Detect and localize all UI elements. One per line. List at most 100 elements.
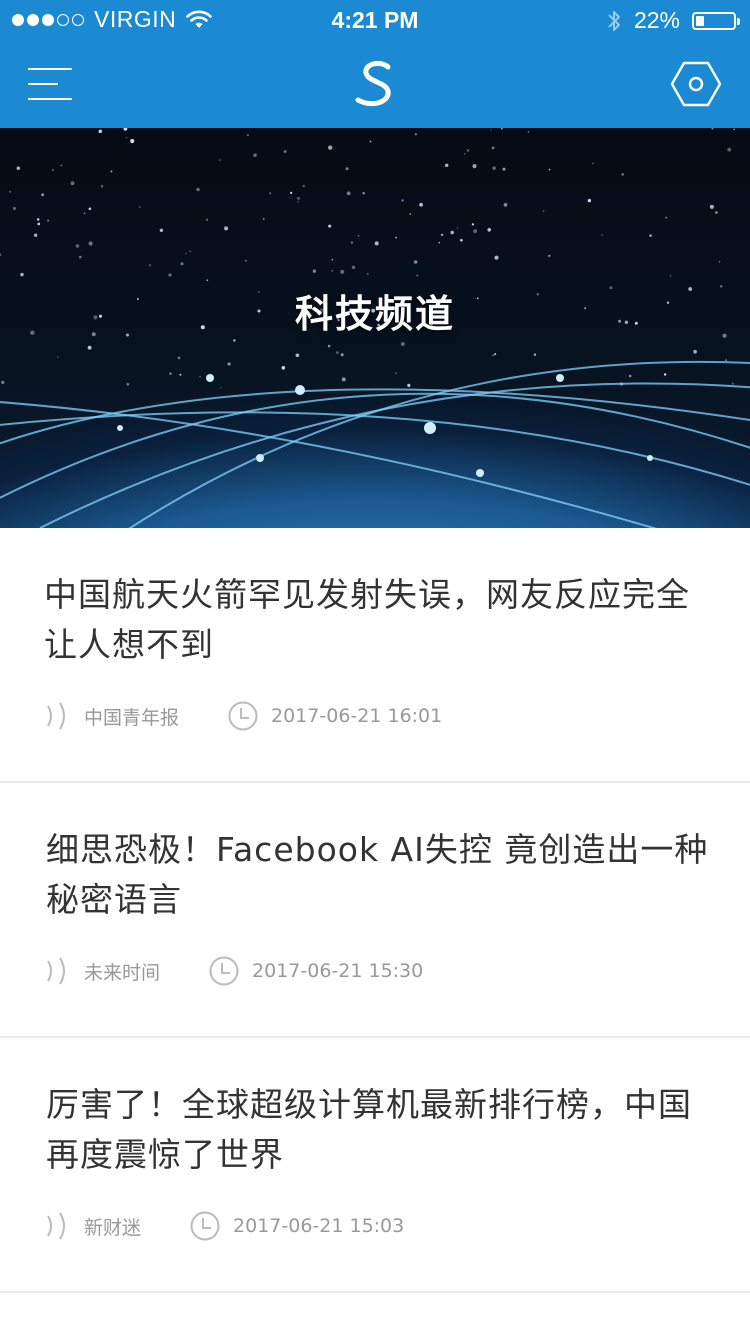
star — [649, 234, 652, 237]
battery-icon — [692, 11, 740, 30]
star — [621, 173, 624, 176]
star — [88, 207, 92, 211]
star — [1, 380, 5, 384]
star — [177, 356, 181, 360]
article-time: 2017-06-21 15:03 — [233, 1215, 405, 1237]
star — [533, 353, 537, 356]
star — [502, 167, 506, 171]
source-icon — [47, 957, 65, 985]
star — [110, 170, 113, 173]
article-title[interactable]: 中国航天火箭罕见发射失误，网友反应完全让人想不到 — [44, 570, 709, 670]
star — [629, 374, 632, 378]
battery-level — [696, 15, 704, 26]
star — [466, 149, 470, 152]
star — [37, 222, 41, 226]
article-title[interactable]: 细思恐极！Facebook AI失控 竟创造出一种秘密语言 — [46, 825, 711, 925]
star — [471, 223, 474, 226]
star — [98, 129, 103, 134]
star — [357, 235, 360, 237]
star — [60, 164, 63, 167]
article-source: 新财迷 — [84, 1216, 142, 1239]
star — [297, 201, 299, 203]
star — [725, 359, 728, 362]
star — [693, 349, 697, 354]
star — [331, 259, 334, 261]
star — [47, 219, 50, 222]
star — [419, 202, 423, 207]
clock-icon — [190, 1211, 220, 1241]
star — [669, 275, 672, 277]
star — [340, 269, 345, 274]
star — [350, 241, 354, 244]
star — [346, 191, 351, 196]
hero-banner: 科技频道 — [0, 128, 750, 528]
star — [263, 218, 265, 220]
article-source: 中国青年报 — [84, 706, 180, 729]
article-title[interactable]: 厉害了！全球超级计算机最新排行榜，中国再度震惊了世界 — [46, 1080, 711, 1180]
star — [245, 260, 247, 262]
star — [220, 387, 222, 389]
star — [139, 206, 141, 208]
star — [16, 166, 20, 170]
star — [41, 193, 44, 197]
star — [587, 198, 592, 203]
star — [52, 169, 54, 171]
star — [227, 362, 231, 366]
clock-icon — [228, 701, 258, 731]
article-card[interactable]: 中国航天火箭罕见发射失误，网友反应完全让人想不到 中国青年报 2017-06-2… — [0, 528, 750, 783]
star — [492, 166, 496, 170]
star — [233, 339, 236, 342]
star-field — [0, 128, 736, 389]
star — [592, 162, 594, 165]
star — [492, 354, 494, 357]
article-list: 中国航天火箭罕见发射失误，网友反应完全让人想不到 中国青年报 2017-06-2… — [0, 528, 750, 1293]
star — [414, 133, 417, 136]
star — [125, 137, 128, 139]
article-meta: 新财迷 2017-06-21 15:03 — [44, 1210, 404, 1242]
star — [168, 273, 172, 277]
article-card[interactable]: 厉害了！全球超级计算机最新排行榜，中国再度震惊了世界 新财迷 2017-06-2… — [0, 1038, 750, 1293]
channel-title: 科技频道 — [294, 292, 455, 336]
star — [727, 147, 732, 152]
star — [79, 255, 82, 259]
star — [12, 206, 16, 211]
star — [487, 228, 492, 232]
star — [450, 230, 455, 235]
star — [345, 167, 349, 171]
star — [548, 254, 551, 257]
star — [180, 262, 184, 266]
star — [340, 353, 344, 357]
star — [407, 383, 411, 387]
star — [130, 138, 135, 144]
hexagon-settings-icon[interactable] — [670, 60, 722, 108]
star — [70, 181, 75, 186]
star — [328, 224, 332, 228]
star — [464, 153, 466, 155]
star — [336, 351, 339, 354]
star — [87, 345, 92, 350]
battery-percent: 22% — [633, 7, 680, 33]
star — [206, 279, 209, 281]
star — [395, 236, 397, 239]
star — [491, 146, 495, 150]
star — [369, 140, 372, 143]
star — [665, 216, 668, 219]
star — [490, 129, 492, 131]
star — [189, 250, 191, 252]
star — [548, 168, 551, 171]
star — [715, 211, 718, 214]
star — [269, 192, 272, 195]
star — [341, 377, 346, 382]
star — [409, 213, 412, 215]
star — [290, 191, 293, 194]
menu-button[interactable] — [28, 64, 72, 104]
article-card[interactable]: 细思恐极！Facebook AI失控 竟创造出一种秘密语言 未来时间 2017-… — [0, 783, 750, 1038]
star — [711, 128, 714, 130]
star — [37, 218, 40, 221]
star — [351, 265, 356, 269]
star — [501, 128, 503, 130]
star — [247, 134, 249, 136]
star — [413, 260, 418, 264]
star — [401, 199, 404, 202]
star — [416, 274, 419, 277]
